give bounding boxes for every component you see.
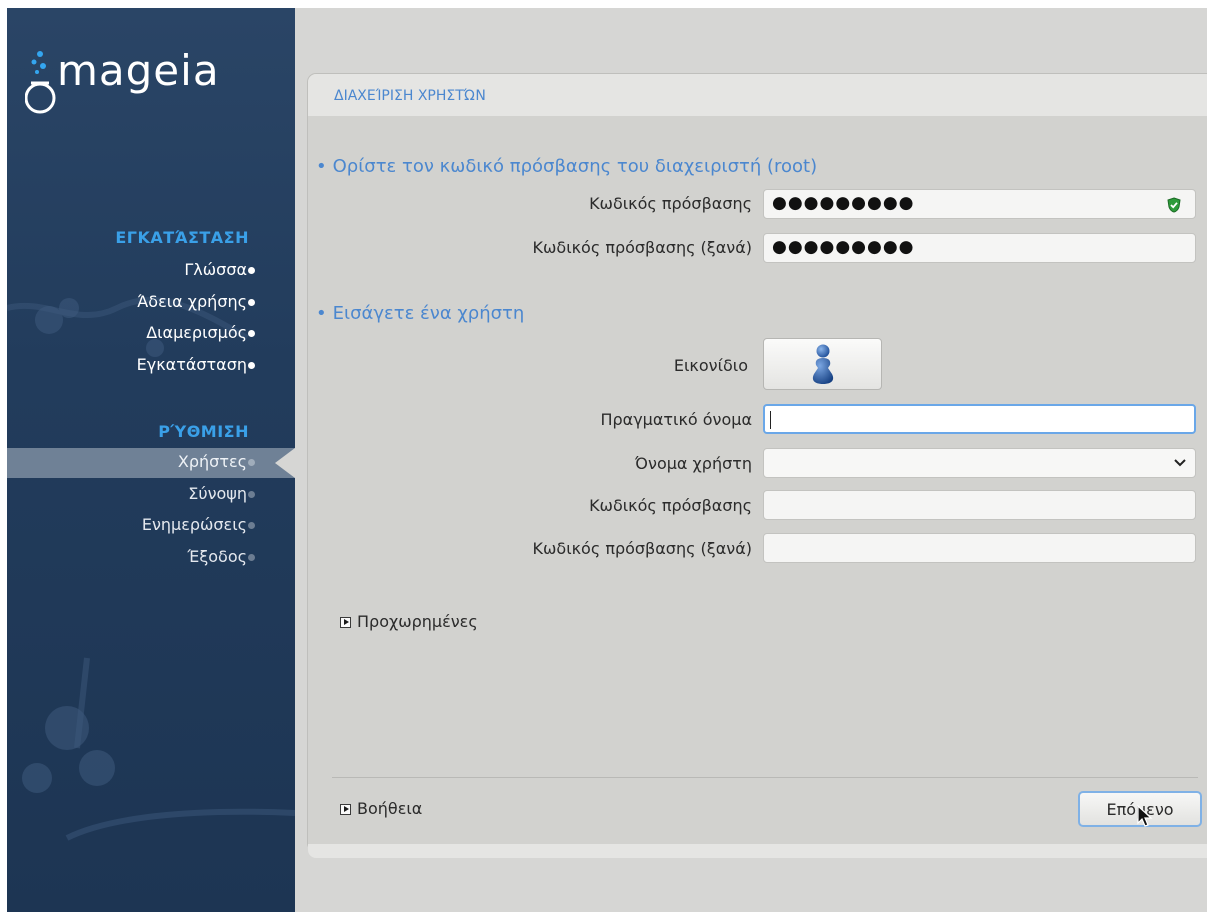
step-done-dot <box>248 330 255 337</box>
nav-item-label: Εγκατάσταση <box>136 355 247 374</box>
nav-item-label: Άδεια χρήσης <box>137 292 247 311</box>
nav-item-updates: Ενημερώσεις <box>7 511 295 541</box>
username-label: Όνομα χρήστη <box>635 454 752 473</box>
text-cursor <box>770 411 771 429</box>
masked-password: ●●●●●●●●● <box>772 237 915 257</box>
nav-item-summary: Σύνοψη <box>7 480 295 510</box>
help-label: Βοήθεια <box>357 799 423 818</box>
step-pending-dot <box>248 554 255 561</box>
step-done-dot <box>248 299 255 306</box>
user-avatar-icon <box>812 344 834 384</box>
realname-field[interactable] <box>763 404 1196 434</box>
root-password-confirm-label: Κωδικός πρόσβασης (ξανά) <box>532 238 752 257</box>
password-strength-shield-icon <box>1167 197 1181 213</box>
user-password-confirm-field[interactable] <box>763 533 1196 563</box>
nav-heading-install: ΕΓΚΑΤΆΣΤΑΣΗ <box>115 228 249 247</box>
user-password-label: Κωδικός πρόσβασης <box>589 496 752 515</box>
expand-triangle-icon <box>340 617 351 628</box>
user-section-heading: • Εισάγετε ένα χρήστη <box>316 303 524 324</box>
nav-item-label: Χρήστες <box>177 452 247 471</box>
mouse-pointer-icon <box>1137 805 1153 827</box>
sidebar: mageia ΕΓΚΑΤΆΣΤΑΣΗ Γλώσσα Άδεια χρήσης Δ… <box>7 8 295 912</box>
root-password-label: Κωδικός πρόσβασης <box>589 194 752 213</box>
step-pending-dot <box>248 522 255 529</box>
footer-divider <box>332 777 1198 778</box>
help-expander[interactable]: Βοήθεια <box>340 799 422 818</box>
installer-window: mageia ΕΓΚΑΤΆΣΤΑΣΗ Γλώσσα Άδεια χρήσης Δ… <box>7 8 1207 912</box>
nav-item-label: Σύνοψη <box>188 484 247 503</box>
nav-item-label: Διαμερισμός <box>146 323 247 342</box>
current-step-pointer <box>275 448 295 478</box>
panel-header: ΔΙΑΧΕΊΡΙΣΗ ΧΡΗΣΤΏΝ <box>308 74 1207 116</box>
panel-footer-strip <box>308 844 1207 858</box>
nav-item-installation: Εγκατάσταση <box>7 351 295 381</box>
advanced-expander[interactable]: Προχωρημένες <box>340 612 478 631</box>
realname-label: Πραγματικό όνομα <box>600 410 752 429</box>
content-panel: ΔΙΑΧΕΊΡΙΣΗ ΧΡΗΣΤΏΝ • Ορίστε τον κωδικό πρ… <box>308 74 1207 851</box>
step-done-dot <box>248 267 255 274</box>
nav-item-partitioning: Διαμερισμός <box>7 319 295 349</box>
avatar-label: Εικονίδιο <box>673 356 748 375</box>
bullet-icon: • <box>316 303 327 324</box>
root-password-field[interactable]: ●●●●●●●●● <box>763 189 1196 219</box>
avatar-button[interactable] <box>763 338 882 390</box>
advanced-label: Προχωρημένες <box>357 612 478 631</box>
nav-item-users: Χρήστες <box>7 448 295 478</box>
nav-item-label: Γλώσσα <box>184 260 247 279</box>
bullet-icon: • <box>316 156 327 177</box>
nav-item-label: Ενημερώσεις <box>141 515 247 534</box>
root-password-section-heading: • Ορίστε τον κωδικό πρόσβασης του διαχειρ… <box>316 156 817 177</box>
root-password-confirm-field[interactable]: ●●●●●●●●● <box>763 233 1196 263</box>
user-password-confirm-label: Κωδικός πρόσβασης (ξανά) <box>532 539 752 558</box>
section-heading-text: Ορίστε τον κωδικό πρόσβασης του διαχειρι… <box>332 156 818 177</box>
page-title: ΔΙΑΧΕΊΡΙΣΗ ΧΡΗΣΤΏΝ <box>334 88 486 104</box>
masked-password: ●●●●●●●●● <box>772 193 915 213</box>
expand-triangle-icon <box>340 804 351 815</box>
user-password-field[interactable] <box>763 490 1196 520</box>
username-combobox[interactable] <box>763 448 1196 478</box>
nav-item-language: Γλώσσα <box>7 256 295 286</box>
section-heading-text: Εισάγετε ένα χρήστη <box>332 303 525 324</box>
step-done-dot <box>248 362 255 369</box>
nav-item-license: Άδεια χρήσης <box>7 288 295 318</box>
step-current-dot <box>248 459 255 466</box>
step-pending-dot <box>248 491 255 498</box>
nav-item-exit: Έξοδος <box>7 543 295 573</box>
nav-heading-configuration: ΡΎΘΜΙΣΗ <box>158 422 249 441</box>
nav-item-label: Έξοδος <box>187 547 247 566</box>
mageia-wordmark: mageia <box>57 46 220 95</box>
chevron-down-icon[interactable] <box>1173 455 1187 469</box>
